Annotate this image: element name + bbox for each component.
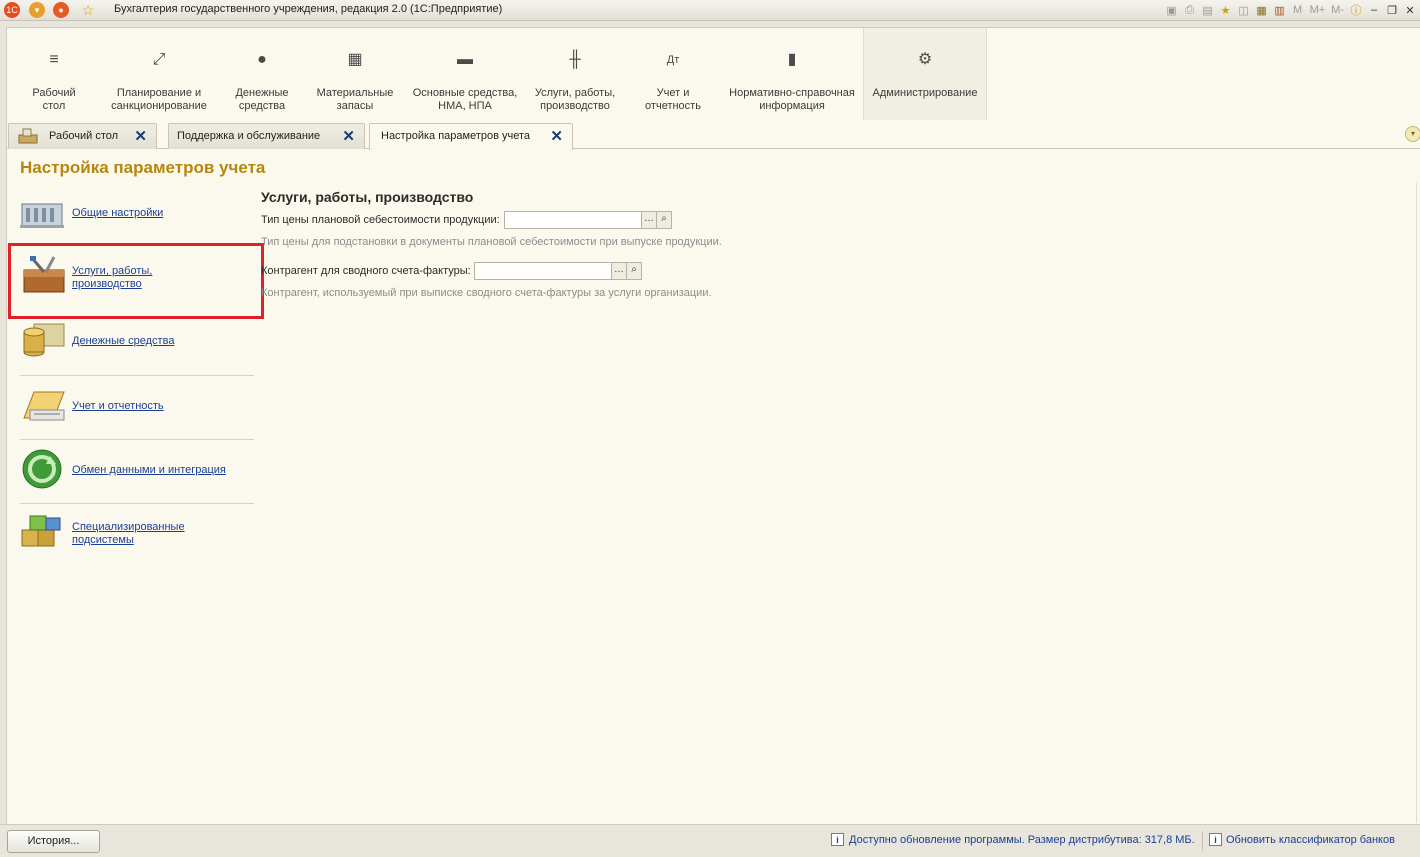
update-available-link[interactable]: Доступно обновление программы. Размер ди… [849, 834, 1195, 846]
nav-item-subsystems[interactable]: Специализированные подсистемы [20, 512, 254, 558]
preview-icon[interactable]: ▤ [1202, 4, 1214, 17]
section-materials[interactable]: ▦ Материальные запасы [313, 28, 397, 120]
vertical-scrollbar[interactable] [1416, 183, 1420, 823]
section-accounting[interactable]: Дт Учет и отчетность [639, 28, 707, 120]
price-type-input[interactable] [505, 212, 641, 228]
tab-support[interactable]: Поддержка и обслуживание ✕ [168, 123, 365, 149]
calendar-icon[interactable]: ▥ [1274, 4, 1286, 17]
grid-icon: ▦ [347, 51, 363, 68]
memory-plus-button[interactable]: M+ [1310, 4, 1326, 16]
tab-settings[interactable]: Настройка параметров учета ✕ [369, 123, 573, 150]
counterparty-input[interactable] [475, 263, 611, 279]
counterparty-field[interactable]: … ⌕ [474, 262, 642, 280]
nav-separator [20, 439, 254, 440]
memory-m-button[interactable]: M [1292, 4, 1304, 16]
restore-icon[interactable]: ❐ [1386, 4, 1398, 17]
title-toolbar: ▣ ⎙ ▤ ★ ◫ ▦ ▥ M M+ M- ⓘ – ❐ ✕ [1166, 2, 1416, 18]
desktop-icon [18, 128, 38, 144]
price-type-label: Тип цены плановой себестоимости продукци… [261, 214, 500, 226]
highlight-box [8, 243, 264, 319]
main-window: ≡ Рабочий стол ⤢ Планирование и санкцион… [6, 27, 1420, 825]
section-money[interactable]: ● Денежные средства [229, 28, 295, 120]
section-planning[interactable]: ⤢ Планирование и санкционирование [107, 28, 211, 120]
building-icon [20, 203, 64, 228]
select-button[interactable]: … [611, 263, 626, 279]
info-icon: i [831, 833, 844, 846]
sync-icon [22, 449, 62, 489]
collapse-panel-icon[interactable]: ▾ [1405, 126, 1420, 142]
section-fixed-assets[interactable]: ▬ Основные средства, НМА, НПА [409, 28, 521, 120]
search-icon[interactable]: ⌕ [626, 263, 641, 279]
page-title: Настройка параметров учета [20, 158, 266, 177]
print-icon[interactable]: ⎙ [1184, 4, 1196, 17]
tab-close-icon[interactable]: ✕ [342, 127, 355, 145]
tab-close-icon[interactable]: ✕ [134, 127, 147, 145]
debit-credit-icon: Дт [666, 54, 680, 66]
counterparty-label: Контрагент для сводного счета-фактуры: [261, 265, 471, 277]
ruble-icon: ● [257, 51, 267, 68]
content-title: Услуги, работы, производство [261, 189, 474, 205]
tab-desktop[interactable]: Рабочий стол ✕ [8, 123, 157, 149]
truck-icon: ▬ [457, 51, 473, 68]
close-icon[interactable]: ✕ [1404, 4, 1416, 17]
nav-item-money[interactable]: Денежные средства [20, 318, 254, 364]
menu-icon: ≡ [49, 51, 59, 68]
memory-minus-button[interactable]: M- [1331, 4, 1344, 16]
gear-icon: ⚙ [917, 51, 933, 68]
nav-item-exchange[interactable]: Обмен данными и интеграция [20, 448, 254, 494]
title-bar: 1С ▾ ● ☆ Бухгалтерия государственного уч… [0, 0, 1420, 21]
info-icon: i [1209, 833, 1222, 846]
update-banks-link[interactable]: Обновить классификатор банков [1226, 834, 1395, 846]
planning-icon: ⤢ [152, 51, 166, 68]
info-icon[interactable]: ⓘ [1350, 2, 1362, 18]
section-administration[interactable]: ⚙ Администрирование [863, 28, 987, 120]
tab-strip: Рабочий стол ✕ Поддержка и обслуживание … [7, 120, 1420, 150]
home-icon[interactable]: ● [53, 2, 69, 18]
favorite-add-icon[interactable]: ★ [1220, 4, 1232, 17]
window-title: Бухгалтерия государственного учреждения,… [114, 3, 503, 15]
history-icon[interactable]: ◫ [1238, 4, 1250, 17]
app-logo-icon[interactable]: 1С [4, 2, 20, 18]
nav-separator [20, 375, 254, 376]
search-icon[interactable]: ⌕ [656, 212, 671, 228]
counterparty-hint: Контрагент, используемый при выписке сво… [261, 287, 712, 299]
section-desktop[interactable]: ≡ Рабочий стол [23, 28, 85, 120]
select-button[interactable]: … [641, 212, 656, 228]
price-type-field[interactable]: … ⌕ [504, 211, 672, 229]
nav-item-general[interactable]: Общие настройки [20, 194, 254, 234]
status-bar: История... i Доступно обновление програм… [0, 824, 1420, 857]
section-services[interactable]: ╫ Услуги, работы, производство [531, 28, 619, 120]
documents-icon: ▮ [787, 51, 797, 68]
minimize-icon[interactable]: – [1368, 4, 1380, 16]
coins-icon [23, 323, 65, 357]
report-folder-icon [23, 391, 65, 421]
favorites-star-icon[interactable]: ☆ [80, 2, 96, 18]
tab-close-icon[interactable]: ✕ [550, 127, 563, 145]
save-icon[interactable]: ▣ [1166, 4, 1178, 17]
history-button[interactable]: История... [7, 830, 100, 853]
sections-panel: ≡ Рабочий стол ⤢ Планирование и санкцион… [7, 28, 1420, 120]
calculator-icon[interactable]: ▦ [1256, 4, 1268, 17]
price-type-hint: Тип цены для подстановки в документы пла… [261, 236, 722, 248]
status-divider [1202, 831, 1203, 851]
section-reference[interactable]: ▮ Нормативно-справочная информация [725, 28, 859, 120]
cubes-icon [21, 515, 61, 547]
nav-item-accounting[interactable]: Учет и отчетность [20, 384, 254, 430]
tools-icon: ╫ [569, 51, 581, 68]
menu-dropdown-icon[interactable]: ▾ [29, 2, 45, 18]
nav-separator [20, 503, 254, 504]
